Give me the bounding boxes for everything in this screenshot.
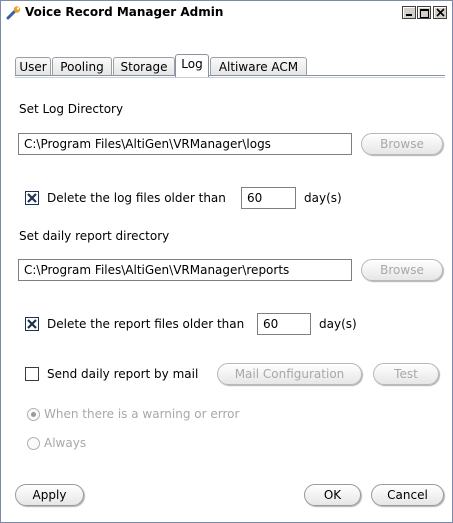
log-directory-label: Set Log Directory <box>19 102 124 116</box>
radio-warning-label: When there is a warning or error <box>44 407 240 421</box>
cancel-button[interactable]: Cancel <box>371 484 444 506</box>
mail-configuration-button[interactable]: Mail Configuration <box>217 363 362 385</box>
tab-storage[interactable]: Storage <box>113 57 175 76</box>
send-mail-checkbox[interactable] <box>25 367 39 381</box>
close-button[interactable] <box>433 6 447 19</box>
log-directory-field[interactable]: C:\Program Files\AltiGen\VRManager\logs <box>18 133 352 155</box>
delete-logs-days-input[interactable]: 60 <box>241 187 296 209</box>
maximize-button[interactable] <box>417 6 431 19</box>
checkmark-x-icon <box>27 193 37 203</box>
mail-test-button[interactable]: Test <box>373 363 439 385</box>
voice-record-manager-window: Voice Record Manager Admin User Pooling … <box>0 0 453 523</box>
delete-logs-checkbox[interactable] <box>25 191 39 205</box>
delete-logs-days-unit: day(s) <box>304 191 342 205</box>
delete-reports-label: Delete the report files older than <box>47 317 245 331</box>
delete-logs-label: Delete the log files older than <box>47 191 226 205</box>
radio-selected-dot <box>31 412 36 417</box>
report-directory-label: Set daily report directory <box>19 229 170 243</box>
delete-reports-days-input[interactable]: 60 <box>257 313 311 335</box>
send-mail-label: Send daily report by mail <box>47 367 199 381</box>
ok-button[interactable]: OK <box>304 484 361 506</box>
tab-altiware-acm[interactable]: Altiware ACM <box>210 57 307 76</box>
radio-warning-or-error[interactable] <box>27 408 40 421</box>
delete-reports-checkbox[interactable] <box>25 317 39 331</box>
radio-always[interactable] <box>27 437 40 450</box>
tab-pooling[interactable]: Pooling <box>52 57 112 76</box>
log-browse-button[interactable]: Browse <box>361 133 443 155</box>
close-icon <box>436 8 445 17</box>
window-title: Voice Record Manager Admin <box>25 5 224 19</box>
tab-divider <box>15 75 445 76</box>
radio-always-label: Always <box>44 436 87 450</box>
report-browse-button[interactable]: Browse <box>361 259 443 281</box>
tab-user[interactable]: User <box>15 57 51 76</box>
minimize-button[interactable] <box>402 6 416 19</box>
tab-log[interactable]: Log <box>175 54 209 77</box>
apply-button[interactable]: Apply <box>15 484 84 506</box>
wrench-icon <box>6 5 22 21</box>
delete-reports-days-unit: day(s) <box>319 317 357 331</box>
report-directory-field[interactable]: C:\Program Files\AltiGen\VRManager\repor… <box>18 259 352 281</box>
tab-divider-shadow <box>15 77 445 78</box>
title-bar[interactable]: Voice Record Manager Admin <box>1 1 452 25</box>
checkmark-x-icon <box>27 319 37 329</box>
